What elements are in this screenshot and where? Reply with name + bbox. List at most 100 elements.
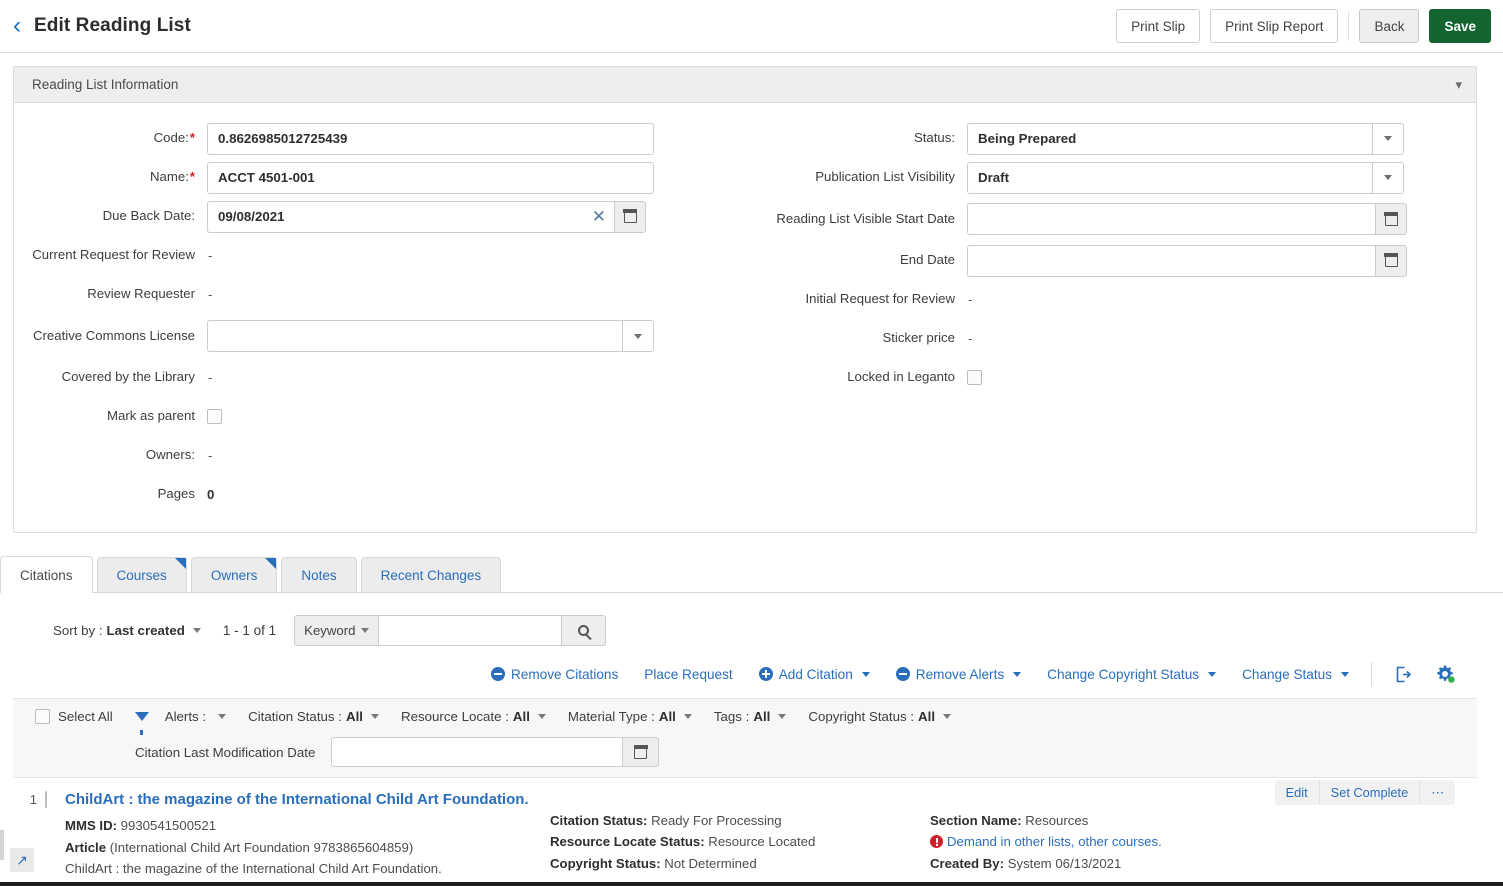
- field-label: Initial Request for Review: [805, 291, 955, 307]
- field-label: Due Back Date:: [102, 208, 195, 224]
- filter-resource-locate[interactable]: Resource Locate : All: [401, 709, 546, 724]
- chevron-down-icon: [683, 714, 692, 719]
- creative-commons-license-select[interactable]: [207, 320, 622, 352]
- back-chevron-icon[interactable]: ‹: [0, 14, 34, 38]
- citation-title-link[interactable]: ChildArt : the magazine of the Internati…: [65, 790, 550, 810]
- alert-text: Demand in other lists, other courses.: [947, 834, 1162, 850]
- reading-list-visible-start-date-input[interactable]: [967, 203, 1375, 235]
- filter-citation-status[interactable]: Citation Status : All: [248, 709, 379, 724]
- field-value: -: [208, 370, 213, 385]
- end-date-input[interactable]: [967, 244, 1375, 277]
- row-field-citation-status: Citation Status: Ready For Processing: [550, 810, 930, 831]
- citation-last-modification-date-input[interactable]: [331, 737, 623, 767]
- field-label: Name:*: [150, 169, 195, 185]
- name-input[interactable]: ACCT 4501-001: [207, 161, 654, 194]
- row-set-complete-button[interactable]: Set Complete: [1320, 780, 1421, 805]
- row-edit-button[interactable]: Edit: [1275, 780, 1320, 805]
- chevron-down-icon[interactable]: [1372, 161, 1404, 194]
- filter-label: Alerts :: [164, 709, 207, 724]
- filter-value: All: [512, 709, 530, 724]
- field-label: Pages: [157, 486, 195, 502]
- place-request-button[interactable]: Place Request: [644, 667, 732, 682]
- citation-actions-toolbar: Remove Citations Place Request Add Citat…: [13, 646, 1477, 686]
- settings-gear-icon[interactable]: [1435, 664, 1455, 684]
- chevron-down-icon[interactable]: [622, 320, 654, 352]
- print-slip-report-button[interactable]: Print Slip Report: [1210, 9, 1339, 43]
- field-label: Review Requester: [87, 286, 195, 302]
- field-label: Section Name:: [930, 813, 1022, 828]
- print-slip-button[interactable]: Print Slip: [1116, 9, 1201, 43]
- action-label: Remove Alerts: [915, 666, 1005, 682]
- filter-value: All: [658, 709, 676, 724]
- filter-value: All: [918, 709, 936, 724]
- citation-last-modification-date-label: Citation Last Modification Date: [135, 744, 316, 760]
- tab-recent-changes[interactable]: Recent Changes: [360, 557, 502, 592]
- field-value: 9930541500521: [117, 818, 217, 834]
- change-copyright-status-button[interactable]: Change Copyright Status: [1047, 667, 1217, 682]
- field-covered-by-the-library: Covered by the Library -: [14, 358, 745, 397]
- field-name: Name:* ACCT 4501-001: [14, 158, 745, 197]
- calendar-icon[interactable]: [614, 200, 646, 233]
- form-column-left: Code:* 0.8626985012725439 Name:* ACCT 45…: [14, 119, 745, 514]
- filter-funnel-icon[interactable]: [134, 712, 149, 735]
- change-status-button[interactable]: Change Status: [1242, 667, 1349, 682]
- row-field-created-by: Created By: System 06/13/2021: [930, 853, 1477, 874]
- tab-owners[interactable]: Owners: [190, 557, 278, 592]
- row-alert-message[interactable]: Demand in other lists, other courses.: [930, 831, 1477, 852]
- required-marker: *: [189, 130, 195, 146]
- sort-by-value[interactable]: Last created: [107, 623, 185, 638]
- tab-courses[interactable]: Courses: [96, 557, 187, 592]
- row-column-primary: ChildArt : the magazine of the Internati…: [65, 790, 550, 879]
- save-button[interactable]: Save: [1429, 9, 1491, 43]
- clear-x-icon[interactable]: ✕: [592, 207, 610, 227]
- filter-value: All: [753, 709, 771, 724]
- field-label: End Date: [900, 252, 955, 268]
- mark-as-parent-checkbox[interactable]: [207, 409, 222, 424]
- calendar-icon[interactable]: [1375, 244, 1407, 277]
- field-value: -: [968, 331, 973, 346]
- select-all-checkbox[interactable]: [35, 709, 50, 724]
- filter-copyright-status[interactable]: Copyright Status : All: [808, 709, 952, 724]
- filter-alerts[interactable]: Alerts :: [164, 709, 227, 724]
- select-all-control[interactable]: Select All: [35, 709, 113, 724]
- field-mark-as-parent: Mark as parent: [14, 397, 745, 436]
- chevron-down-icon[interactable]: [1372, 122, 1404, 155]
- search-scope-dropdown[interactable]: Keyword: [294, 615, 380, 646]
- publication-list-visibility-select[interactable]: Draft: [967, 161, 1372, 194]
- chevron-down-icon[interactable]: [192, 628, 201, 633]
- filter-tags[interactable]: Tags : All: [714, 709, 787, 724]
- remove-alerts-button[interactable]: Remove Alerts: [895, 666, 1022, 682]
- field-label: Covered by the Library: [61, 369, 195, 385]
- panel-header[interactable]: Reading List Information ▾: [14, 67, 1476, 103]
- status-select[interactable]: Being Prepared: [967, 122, 1372, 155]
- sort-and-search-row: Sort by : Last created 1 - 1 of 1 Keywor…: [13, 593, 1477, 646]
- add-citation-button[interactable]: Add Citation: [758, 667, 870, 682]
- chevron-down-icon[interactable]: ▾: [1455, 78, 1462, 91]
- search-button[interactable]: [561, 615, 607, 646]
- calendar-icon[interactable]: [622, 737, 660, 767]
- chevron-down-icon: [218, 714, 227, 719]
- search-icon: [578, 625, 590, 636]
- field-value: Resource Located: [704, 834, 816, 850]
- due-back-date-value: 09/08/2021: [218, 209, 285, 224]
- citations-panel: Sort by : Last created 1 - 1 of 1 Keywor…: [0, 593, 1503, 879]
- tab-notes[interactable]: Notes: [281, 557, 357, 592]
- select-all-label: Select All: [58, 709, 113, 724]
- filter-material-type[interactable]: Material Type : All: [568, 709, 692, 724]
- field-value: -: [208, 287, 213, 302]
- field-label: Publication List Visibility: [815, 169, 955, 185]
- row-more-actions-button[interactable]: ⋯: [1420, 780, 1455, 805]
- row-field-mms-id: MMS ID: 9930541500521: [65, 815, 550, 836]
- back-button[interactable]: Back: [1359, 9, 1420, 43]
- export-icon[interactable]: [1394, 665, 1413, 684]
- remove-citations-button[interactable]: Remove Citations: [490, 667, 618, 682]
- calendar-icon[interactable]: [1375, 203, 1407, 235]
- expand-arrow-icon[interactable]: ↗: [10, 848, 34, 872]
- search-input[interactable]: [379, 615, 562, 646]
- due-back-date-input[interactable]: 09/08/2021 ✕: [207, 200, 614, 233]
- tab-citations[interactable]: Citations: [0, 556, 93, 593]
- filter-label: Copyright Status :: [808, 709, 915, 724]
- locked-in-leganto-checkbox[interactable]: [967, 370, 982, 385]
- code-input[interactable]: 0.8626985012725439: [207, 122, 654, 155]
- field-label: Locked in Leganto: [847, 369, 955, 385]
